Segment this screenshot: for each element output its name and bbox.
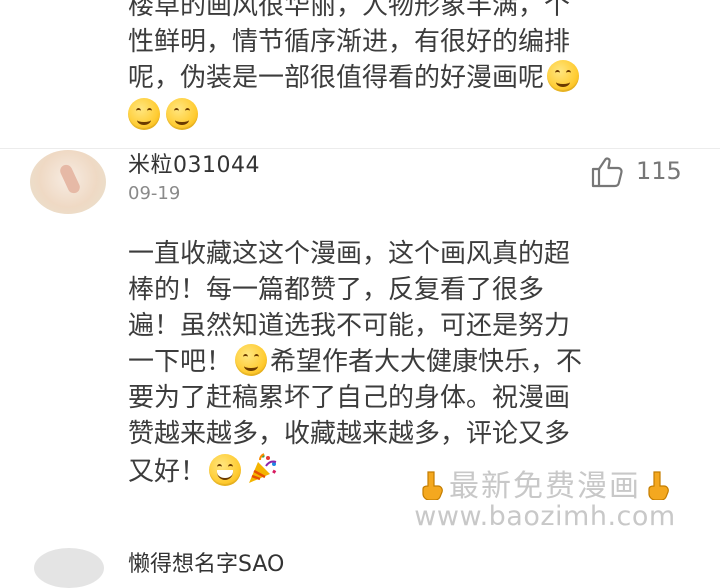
avatar[interactable] <box>34 548 104 588</box>
party-popper-emoji-icon <box>246 452 280 486</box>
comment-line: 赞越来越多，收藏越来越多，评论又多 <box>128 419 571 449</box>
comment-body: 一直收藏这这个漫画，这个画风真的超 棒的！每一篇都赞了，反复看了很多 遍！虽然知… <box>128 236 582 490</box>
pointing-down-emoji-icon <box>422 471 443 500</box>
previous-comment-line: 呢，伪装是一部很值得看的好漫画呢 <box>128 60 582 96</box>
watermark-line1: 最新免费漫画 <box>390 461 700 505</box>
previous-comment-line <box>128 96 582 134</box>
like-button[interactable]: 115 <box>590 155 690 189</box>
comment-line: 要为了赶稿累坏了自己的身体。祝漫画 <box>128 383 571 413</box>
watermark-url: www.baozimh.com <box>414 501 676 532</box>
comment-line: 棒的！每一篇都赞了，反复看了很多 <box>128 275 545 305</box>
smiling-face-emoji-icon <box>128 98 160 130</box>
comment-date: 09-19 <box>128 183 181 204</box>
watermark: 最新免费漫画 www.baozimh.com <box>390 453 700 537</box>
avatar[interactable] <box>30 150 106 214</box>
comment-line: 遍！虽然知道选我不可能，可还是努力 <box>128 311 571 341</box>
comment-line: 一下吧！ 希望作者大大健康快乐，不 <box>128 344 582 380</box>
smiling-face-emoji-icon <box>547 60 580 92</box>
like-count: 115 <box>636 157 682 185</box>
smiling-face-emoji-icon <box>166 98 198 130</box>
comment-username[interactable]: 懒得想名字SAO <box>128 546 284 578</box>
grinning-face-emoji-icon <box>209 454 242 486</box>
thumbs-up-icon <box>591 157 623 188</box>
previous-comment-line: 性鲜明，情节循序渐进，有很好的编排 <box>128 27 571 57</box>
comment-divider <box>0 148 720 149</box>
comment-line: 一直收藏这这个漫画，这个画风真的超 <box>128 239 571 269</box>
pointing-down-emoji-icon <box>648 471 669 500</box>
comment-username[interactable]: 米粒031044 <box>128 147 260 179</box>
previous-comment-line: 楼草的画风很华丽，人物形象丰满，个 <box>128 0 571 21</box>
previous-comment-text: 楼草的画风很华丽，人物形象丰满，个 性鲜明，情节循序渐进，有很好的编排 呢，伪装… <box>128 0 582 134</box>
smiling-face-emoji-icon <box>235 344 268 376</box>
